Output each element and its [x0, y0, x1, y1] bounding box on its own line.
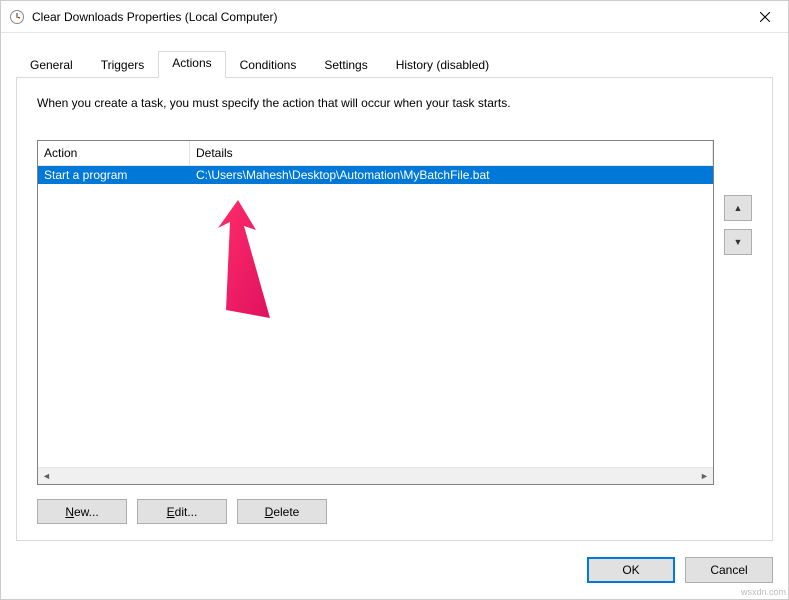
tab-general[interactable]: General [16, 53, 87, 78]
table-header: Action Details [38, 141, 713, 166]
scroll-left-icon[interactable]: ◄ [38, 468, 55, 485]
properties-window: Clear Downloads Properties (Local Comput… [0, 0, 789, 600]
tab-triggers[interactable]: Triggers [87, 53, 159, 78]
row-action: Start a program [38, 166, 190, 184]
tab-strip: General Triggers Actions Conditions Sett… [16, 51, 773, 78]
new-button[interactable]: New... [37, 499, 127, 524]
close-button[interactable] [742, 1, 788, 32]
task-scheduler-icon [9, 9, 25, 25]
scroll-right-icon[interactable]: ► [696, 468, 713, 485]
tab-settings[interactable]: Settings [310, 53, 381, 78]
horizontal-scrollbar[interactable]: ◄ ► [38, 467, 713, 484]
new-label-rest: ew... [74, 505, 99, 519]
edit-label-rest: dit... [175, 505, 198, 519]
actions-table: Action Details Start a program C:\Users\… [37, 140, 714, 485]
move-up-button[interactable]: ▲ [724, 195, 752, 221]
watermark: wsxdn.com [741, 587, 786, 597]
window-title: Clear Downloads Properties (Local Comput… [32, 10, 742, 24]
move-down-button[interactable]: ▼ [724, 229, 752, 255]
content-area: General Triggers Actions Conditions Sett… [1, 33, 788, 541]
action-buttons-row: New... Edit... Delete [37, 499, 752, 524]
delete-button[interactable]: Delete [237, 499, 327, 524]
edit-button[interactable]: Edit... [137, 499, 227, 524]
tab-actions[interactable]: Actions [158, 51, 225, 78]
delete-label-rest: elete [273, 505, 299, 519]
row-details: C:\Users\Mahesh\Desktop\Automation\MyBat… [190, 166, 713, 184]
table-area: Action Details Start a program C:\Users\… [37, 140, 752, 485]
ok-button[interactable]: OK [587, 557, 675, 583]
move-buttons: ▲ ▼ [724, 140, 752, 485]
instruction-text: When you create a task, you must specify… [37, 96, 752, 110]
table-body[interactable]: Start a program C:\Users\Mahesh\Desktop\… [38, 166, 713, 467]
table-row[interactable]: Start a program C:\Users\Mahesh\Desktop\… [38, 166, 713, 184]
column-header-action[interactable]: Action [38, 141, 190, 165]
scroll-track[interactable] [55, 468, 696, 485]
actions-panel: When you create a task, you must specify… [16, 77, 773, 541]
tab-history[interactable]: History (disabled) [382, 53, 503, 78]
dialog-buttons: OK Cancel [1, 541, 788, 599]
tab-conditions[interactable]: Conditions [226, 53, 311, 78]
cancel-button[interactable]: Cancel [685, 557, 773, 583]
titlebar: Clear Downloads Properties (Local Comput… [1, 1, 788, 33]
column-header-details[interactable]: Details [190, 141, 713, 165]
